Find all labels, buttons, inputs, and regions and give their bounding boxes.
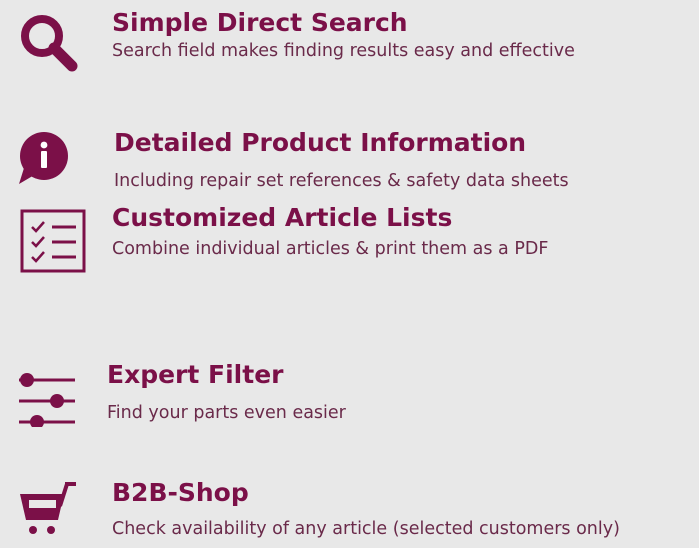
feature-simple-direct-search: Simple Direct Search Search field makes … — [0, 0, 699, 80]
search-icon — [21, 15, 78, 72]
feature-description: Including repair set references & safety… — [114, 171, 569, 191]
feature-title: Detailed Product Information — [114, 128, 527, 157]
feature-description: Check availability of any article (selec… — [112, 519, 620, 539]
feature-title: Customized Article Lists — [112, 203, 453, 232]
feature-description: Search field makes finding results easy … — [112, 41, 575, 61]
sliders-filter-icon — [19, 373, 75, 427]
feature-title: B2B-Shop — [112, 478, 249, 507]
feature-title: Expert Filter — [107, 360, 284, 389]
info-speech-bubble-icon — [19, 132, 68, 184]
feature-detailed-product-information: Detailed Product Information Including r… — [0, 110, 699, 191]
feature-title: Simple Direct Search — [112, 8, 408, 37]
feature-customized-article-lists: Customized Article Lists Combine individ… — [0, 200, 699, 280]
feature-description: Combine individual articles & print them… — [112, 239, 549, 259]
feature-expert-filter: Expert Filter Find your parts even easie… — [0, 355, 699, 435]
shopping-cart-icon — [20, 482, 76, 534]
feature-b2b-shop: B2B-Shop Check availability of any artic… — [0, 468, 699, 548]
checklist-icon — [20, 209, 86, 273]
feature-description: Find your parts even easier — [107, 403, 346, 423]
